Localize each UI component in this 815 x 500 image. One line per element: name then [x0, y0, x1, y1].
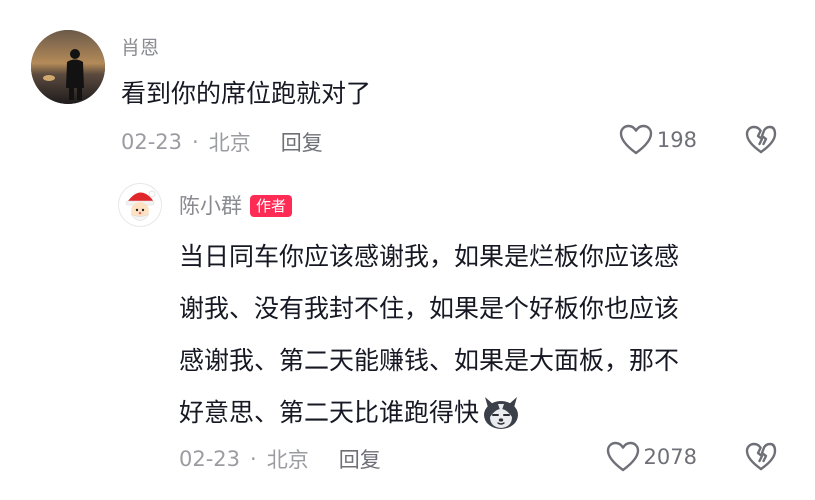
- comment-meta: 02-23 · 北京 回复: [179, 442, 381, 476]
- dislike-button[interactable]: [745, 124, 777, 156]
- author-badge: 作者: [250, 195, 293, 217]
- person-silhouette-icon: [31, 30, 105, 104]
- reply-author-row: 陈小群 作者: [179, 193, 293, 219]
- heart-icon: [606, 441, 639, 472]
- meta-separator: ·: [192, 130, 199, 154]
- comment-meta: 02-23 · 北京 回复: [121, 125, 323, 159]
- like-count: 198: [656, 128, 697, 152]
- comment-actions: 2078: [606, 441, 777, 473]
- avatar[interactable]: [118, 183, 162, 227]
- comment-text-line: 谢我、没有我封不住，如果是个好板你也应该: [179, 294, 680, 323]
- meta-separator: ·: [250, 447, 257, 471]
- comment-text-line: 感谢我、第二天能赚钱、如果是大面板，那不: [179, 346, 680, 375]
- comment-item: 肖恩 看到你的席位跑就对了 02-23 · 北京 回复 198: [0, 0, 815, 175]
- comment-author[interactable]: 陈小群: [179, 193, 242, 219]
- broken-heart-icon: [745, 125, 777, 154]
- broken-heart-icon: [745, 442, 777, 471]
- comment-location: 北京: [208, 131, 251, 155]
- reply-item: 陈小群 作者 当日同车你应该感谢我，如果是烂板你应该感 谢我、没有我封不住，如果…: [0, 175, 815, 500]
- comment-text-line-last: 好意思、第二天比谁跑得快: [179, 387, 779, 439]
- like-count: 2078: [643, 445, 697, 469]
- santa-cartoon-icon: [119, 184, 161, 226]
- husky-dog-emoji-icon: [481, 391, 521, 431]
- comment-date: 02-23: [179, 447, 241, 471]
- comment-location: 北京: [266, 448, 309, 472]
- dislike-button[interactable]: [745, 441, 777, 473]
- like-button[interactable]: 2078: [606, 441, 697, 473]
- reply-button[interactable]: 回复: [281, 127, 323, 157]
- heart-icon: [619, 124, 653, 155]
- avatar[interactable]: [31, 30, 105, 104]
- comment-date: 02-23: [121, 130, 183, 154]
- comment-actions: 198: [619, 124, 777, 156]
- reply-button[interactable]: 回复: [339, 444, 381, 474]
- like-button[interactable]: 198: [619, 124, 697, 156]
- comment-text-line: 当日同车你应该感谢我，如果是烂板你应该感: [179, 242, 680, 271]
- comment-text: 当日同车你应该感谢我，如果是烂板你应该感 谢我、没有我封不住，如果是个好板你也应…: [179, 231, 779, 439]
- comment-text: 看到你的席位跑就对了: [121, 79, 372, 108]
- comment-text-fragment: 好意思、第二天比谁跑得快: [179, 398, 480, 427]
- comment-author[interactable]: 肖恩: [121, 36, 159, 60]
